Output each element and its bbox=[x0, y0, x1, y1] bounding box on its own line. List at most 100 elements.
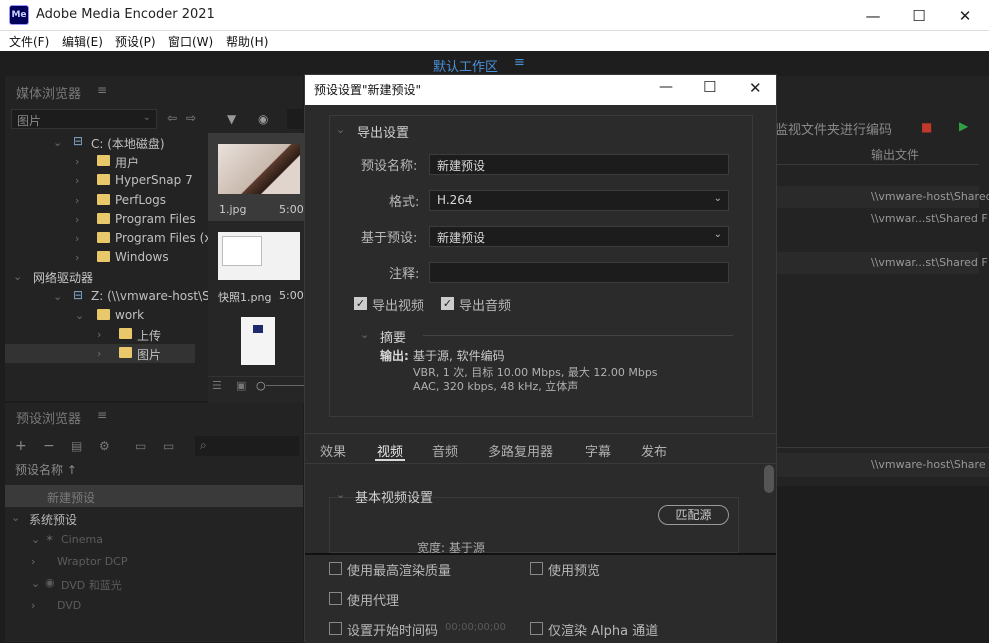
start-queue-icon[interactable]: ▶ bbox=[959, 119, 968, 133]
tree-item-label: Program Files bbox=[115, 211, 196, 226]
chevron-icon[interactable]: ⌄ bbox=[53, 290, 62, 303]
chevron-icon[interactable]: › bbox=[31, 555, 35, 568]
menu-bar: 文件(F) 编辑(E) 预设(P) 窗口(W) 帮助(H) bbox=[0, 31, 989, 51]
preset-name-field[interactable]: 新建预设 bbox=[429, 154, 729, 175]
preset-item[interactable]: Wraptor DCP › bbox=[5, 551, 303, 573]
chevron-icon[interactable]: › bbox=[75, 174, 79, 187]
workspace-tab[interactable]: 默认工作区 bbox=[433, 56, 498, 75]
export-video-checkbox[interactable]: ✓ bbox=[354, 297, 367, 310]
workspace-menu-icon[interactable]: ≡ bbox=[514, 55, 525, 70]
dialog-title: 预设设置"新建预设" bbox=[314, 83, 422, 97]
media-search-input[interactable] bbox=[287, 109, 303, 129]
table-row[interactable]: \\vmwar...st\Shared F bbox=[775, 208, 988, 230]
chevron-icon[interactable]: › bbox=[31, 599, 35, 612]
minimize-icon[interactable]: — bbox=[659, 79, 673, 95]
preset-item[interactable]: DVD 和蓝光 ⌄ ◉ bbox=[5, 573, 303, 595]
preset-name-column[interactable]: 预设名称 ↑ bbox=[15, 461, 77, 478]
thumb-card-selected[interactable]: 1.jpg 5:00 bbox=[208, 133, 306, 221]
tab-effects[interactable]: 效果 bbox=[320, 441, 346, 460]
import-icon[interactable]: ▭ bbox=[135, 439, 146, 453]
chevron-icon[interactable]: › bbox=[75, 251, 79, 264]
use-previews-checkbox[interactable] bbox=[530, 562, 543, 575]
folder-icon bbox=[97, 251, 110, 263]
set-start-timecode-checkbox[interactable] bbox=[329, 622, 342, 635]
stop-icon[interactable]: ■ bbox=[921, 120, 932, 134]
zoom-slider-handle[interactable]: ○ bbox=[256, 379, 266, 392]
based-on-label: 基于预设: bbox=[361, 231, 418, 246]
tab-multiplexer[interactable]: 多路复用器 bbox=[488, 441, 553, 460]
table-row[interactable]: \\vmware-host\Share bbox=[775, 453, 989, 477]
start-timecode-field[interactable]: 00;00;00;00 bbox=[445, 622, 506, 633]
chevron-icon[interactable]: › bbox=[75, 155, 79, 168]
remove-preset-icon[interactable]: − bbox=[43, 438, 55, 454]
tree-item[interactable]: › 图片 bbox=[5, 344, 195, 364]
close-icon[interactable]: ✕ bbox=[749, 79, 762, 97]
panel-menu-icon[interactable]: ≡ bbox=[97, 408, 107, 422]
group-icon[interactable]: ▤ bbox=[71, 439, 82, 453]
thumb-logo-shape bbox=[253, 325, 263, 333]
tab-video[interactable]: 视频 bbox=[377, 441, 403, 460]
collapse-icon[interactable]: ⌄ bbox=[336, 488, 345, 501]
menu-preset[interactable]: 预设(P) bbox=[115, 33, 156, 50]
max-render-quality-checkbox[interactable] bbox=[329, 562, 342, 575]
thumb-image-screenshot[interactable] bbox=[218, 232, 300, 280]
menu-help[interactable]: 帮助(H) bbox=[226, 33, 268, 50]
comment-field[interactable] bbox=[429, 262, 729, 283]
tab-captions[interactable]: 字幕 bbox=[585, 441, 611, 460]
preset-item[interactable]: 系统预设 ⌄ bbox=[5, 507, 303, 529]
minimize-icon[interactable]: — bbox=[850, 4, 896, 28]
panel-menu-icon[interactable]: ≡ bbox=[97, 83, 107, 97]
thumb-image-photo bbox=[218, 144, 300, 194]
preset-item[interactable]: 新建预设 bbox=[5, 485, 303, 507]
chevron-icon[interactable]: ⌄ bbox=[75, 309, 84, 322]
add-preset-icon[interactable]: + bbox=[15, 438, 27, 454]
menu-window[interactable]: 窗口(W) bbox=[168, 33, 213, 50]
chevron-icon[interactable]: › bbox=[75, 213, 79, 226]
chevron-icon[interactable]: › bbox=[75, 194, 79, 207]
menu-file[interactable]: 文件(F) bbox=[9, 33, 49, 50]
table-row[interactable]: \\vmware-host\Shared bbox=[775, 186, 989, 208]
scrollbar-thumb[interactable] bbox=[764, 465, 774, 493]
chevron-icon[interactable]: › bbox=[97, 328, 101, 341]
view-icon[interactable]: ◉ bbox=[258, 112, 268, 126]
chevron-icon[interactable]: › bbox=[97, 347, 101, 360]
thumb-image-phone[interactable] bbox=[241, 317, 275, 365]
list-view-icon[interactable]: ☰ bbox=[212, 379, 222, 392]
filter-icon[interactable]: ▼ bbox=[227, 112, 236, 126]
forward-arrow-icon[interactable]: ⇨ bbox=[186, 111, 196, 125]
zoom-slider-track[interactable] bbox=[266, 385, 306, 386]
preset-item[interactable]: Cinema ⌄ ✶ bbox=[5, 529, 303, 551]
collapse-icon[interactable]: ⌄ bbox=[360, 328, 369, 341]
tab-publish[interactable]: 发布 bbox=[641, 441, 667, 460]
based-on-select[interactable]: 新建预设 ⌄ bbox=[429, 226, 729, 247]
grid-view-icon[interactable]: ▣ bbox=[236, 379, 246, 392]
workspace-bar: 默认工作区 ≡ bbox=[0, 51, 989, 75]
chevron-icon[interactable]: ⌄ bbox=[31, 577, 40, 590]
preset-search-input[interactable]: ⌕ bbox=[195, 436, 299, 456]
collapse-icon[interactable]: ⌄ bbox=[336, 123, 345, 136]
chevron-icon[interactable]: ⌄ bbox=[31, 533, 40, 546]
dialog-title-bar: 预设设置"新建预设" — ☐ ✕ bbox=[305, 75, 776, 105]
chevron-icon[interactable]: ⌄ bbox=[53, 136, 62, 149]
format-select[interactable]: H.264 ⌄ bbox=[429, 190, 729, 211]
settings-icon[interactable]: ⚙ bbox=[99, 439, 110, 453]
preset-item[interactable]: DVD › bbox=[5, 595, 303, 617]
close-icon[interactable]: ✕ bbox=[942, 4, 988, 28]
table-row[interactable]: \\vmwar...st\Shared F bbox=[775, 252, 988, 274]
divider bbox=[423, 335, 733, 336]
match-source-button[interactable]: 匹配源 bbox=[658, 505, 729, 525]
use-proxies-checkbox[interactable] bbox=[329, 592, 342, 605]
chevron-icon[interactable]: › bbox=[75, 232, 79, 245]
menu-edit[interactable]: 编辑(E) bbox=[62, 33, 103, 50]
chevron-icon[interactable]: ⌄ bbox=[11, 511, 20, 524]
tab-audio[interactable]: 音频 bbox=[432, 441, 458, 460]
export-audio-checkbox[interactable]: ✓ bbox=[441, 297, 454, 310]
maximize-icon[interactable]: ☐ bbox=[896, 4, 942, 28]
back-arrow-icon[interactable]: ⇦ bbox=[167, 111, 177, 125]
export-icon[interactable]: ▭ bbox=[163, 439, 174, 453]
render-alpha-only-checkbox[interactable] bbox=[530, 622, 543, 635]
export-settings-heading: 导出设置 bbox=[357, 126, 410, 141]
maximize-icon[interactable]: ☐ bbox=[703, 78, 716, 96]
chevron-icon[interactable]: ⌄ bbox=[13, 270, 22, 283]
media-filter-select[interactable]: 图片 ⌄ bbox=[11, 109, 157, 129]
